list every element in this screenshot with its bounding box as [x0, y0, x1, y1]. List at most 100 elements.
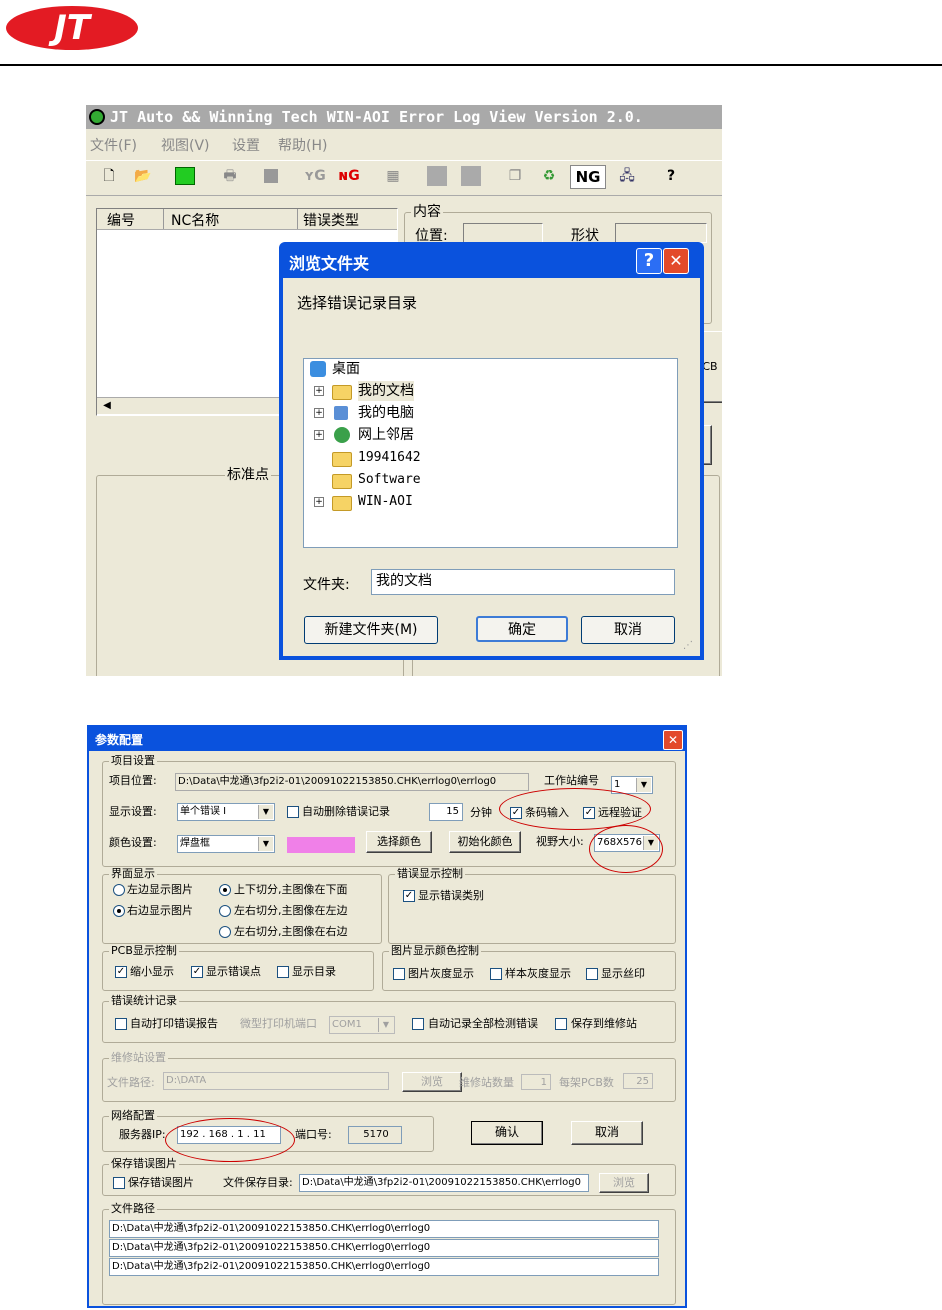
radio-right[interactable]: [113, 905, 125, 917]
repair-group: 维修站设置 文件路径: D:\DATA 浏览 维修站数量 1 每架PCB数 25: [102, 1051, 676, 1102]
silk-label: 显示丝印: [601, 967, 645, 980]
col-divider: [297, 209, 298, 229]
expand-icon[interactable]: +: [314, 430, 324, 440]
col-number[interactable]: 编号: [107, 210, 135, 230]
radio-split2[interactable]: [219, 905, 231, 917]
per-rack-field[interactable]: 25: [623, 1073, 653, 1089]
menu-view[interactable]: 视图(V): [161, 135, 210, 155]
location-field[interactable]: D:\Data\中龙通\3fp2i2-01\20091022153850.CHK…: [175, 773, 529, 791]
ng-text-icon[interactable]: NG: [570, 165, 606, 189]
menu-file[interactable]: 文件(F): [90, 135, 137, 155]
help-button[interactable]: ?: [636, 248, 662, 274]
config-close-button[interactable]: ✕: [663, 730, 683, 750]
sample-gray-checkbox[interactable]: [490, 968, 502, 980]
save-icon[interactable]: ▦: [382, 165, 404, 187]
file-path-row[interactable]: D:\Data\中龙通\3fp2i2-01\20091022153850.CHK…: [109, 1239, 659, 1257]
config-cancel-button[interactable]: 取消: [571, 1121, 643, 1145]
network-icon[interactable]: 🖧: [616, 165, 638, 187]
color-label: 颜色设置:: [109, 836, 157, 849]
save-repair-checkbox[interactable]: [555, 1018, 567, 1030]
config-title-bar[interactable]: 参数配置 ✕: [89, 727, 685, 751]
gray-label: 图片灰度显示: [408, 967, 474, 980]
menu-settings[interactable]: 设置: [232, 135, 260, 155]
show-error-label: 显示错误点: [206, 965, 261, 978]
scroll-left-icon[interactable]: ◀: [99, 398, 115, 414]
menu-help[interactable]: 帮助(H): [278, 135, 327, 155]
radio-split3[interactable]: [219, 926, 231, 938]
close-button[interactable]: ✕: [663, 248, 689, 274]
image-color-group: 图片显示颜色控制 图片灰度显示 样本灰度显示 显示丝印: [382, 944, 676, 991]
confirm-button[interactable]: 确认: [471, 1121, 543, 1145]
copy-icon[interactable]: ❐: [504, 165, 526, 187]
file-path-row[interactable]: D:\Data\中龙通\3fp2i2-01\20091022153850.CHK…: [109, 1258, 659, 1276]
tree-label: WIN-AOI: [358, 494, 413, 509]
auto-record-checkbox[interactable]: [412, 1018, 424, 1030]
show-error-checkbox[interactable]: ✓: [191, 966, 203, 978]
annotation-ellipse-barcode: [499, 788, 651, 830]
save-images-checkbox[interactable]: [113, 1177, 125, 1189]
open-icon[interactable]: 📂: [132, 165, 154, 187]
ng-icon[interactable]: ɴG: [338, 165, 360, 187]
browse-title-bar[interactable]: 浏览文件夹 ? ✕: [279, 242, 704, 278]
auto-delete-checkbox[interactable]: [287, 806, 299, 818]
color-select[interactable]: 焊盘框: [177, 835, 275, 853]
file-path-row[interactable]: D:\Data\中龙通\3fp2i2-01\20091022153850.CHK…: [109, 1220, 659, 1238]
silk-checkbox[interactable]: [586, 968, 598, 980]
interface-group-label: 界面显示: [109, 867, 157, 881]
prev-icon[interactable]: [426, 165, 448, 187]
new-folder-button[interactable]: 新建文件夹(M): [304, 616, 438, 644]
minutes-label: 分钟: [470, 806, 492, 819]
col-nc-name[interactable]: NC名称: [171, 210, 219, 230]
radio-left[interactable]: [113, 884, 125, 896]
printer-port-select[interactable]: COM1: [329, 1016, 395, 1034]
folder-tree[interactable]: 桌面 + 我的文档 + 我的电脑 + 网上邻居 19941642 Softwar…: [303, 358, 678, 548]
repair-path-label: 文件路径:: [107, 1076, 155, 1089]
repair-path-field[interactable]: D:\DATA: [163, 1072, 389, 1090]
good-icon[interactable]: ʏG: [304, 165, 326, 187]
port-input[interactable]: 5170: [348, 1126, 402, 1144]
repair-browse-button[interactable]: 浏览: [402, 1072, 462, 1092]
pcb-group-label: PCB显示控制: [109, 944, 179, 958]
pcb-group: PCB显示控制 ✓ 缩小显示 ✓ 显示错误点 显示目录: [102, 944, 374, 991]
save-dir-field[interactable]: D:\Data\中龙通\3fp2i2-01\20091022153850.CHK…: [299, 1174, 589, 1192]
desktop-icon: [310, 361, 326, 377]
stop-icon[interactable]: [260, 165, 282, 187]
shrink-checkbox[interactable]: ✓: [115, 966, 127, 978]
ok-button[interactable]: 确定: [476, 616, 568, 642]
auto-print-checkbox[interactable]: [115, 1018, 127, 1030]
init-color-button[interactable]: 初始化颜色: [449, 831, 521, 853]
sample-gray-label: 样本灰度显示: [505, 967, 571, 980]
network-places-icon: [334, 427, 350, 443]
next-icon[interactable]: [460, 165, 482, 187]
col-error-type[interactable]: 错误类型: [303, 210, 359, 230]
minutes-input[interactable]: 15: [429, 803, 463, 821]
ip-label: 服务器IP:: [119, 1128, 166, 1141]
save-dir-label: 文件保存目录:: [223, 1176, 293, 1189]
repair-count-field[interactable]: 1: [521, 1074, 551, 1090]
resize-grip-icon[interactable]: ⋰: [683, 640, 693, 651]
repair-group-label: 维修站设置: [109, 1051, 168, 1065]
folder-icon: [332, 496, 352, 511]
expand-icon[interactable]: +: [314, 497, 324, 507]
config-title: 参数配置: [95, 733, 144, 747]
show-dir-checkbox[interactable]: [277, 966, 289, 978]
config-dialog: 参数配置 ✕ 项目设置 项目位置: D:\Data\中龙通\3fp2i2-01\…: [87, 725, 687, 1308]
viewer-title-bar[interactable]: JT Auto && Winning Tech WIN-AOI Error Lo…: [86, 105, 722, 129]
new-icon[interactable]: 🗋: [98, 165, 120, 187]
recycle-icon[interactable]: ♻: [538, 165, 560, 187]
show-type-checkbox[interactable]: ✓: [403, 890, 415, 902]
save-browse-button[interactable]: 浏览: [599, 1173, 649, 1193]
print-icon[interactable]: 🖶: [219, 165, 241, 187]
help-icon[interactable]: ?: [660, 165, 682, 187]
display-select[interactable]: 单个错误 I: [177, 803, 275, 821]
cancel-button[interactable]: 取消: [581, 616, 675, 644]
board-icon[interactable]: [174, 165, 196, 187]
expand-icon[interactable]: +: [314, 386, 324, 396]
expand-icon[interactable]: +: [314, 408, 324, 418]
radio-split1[interactable]: [219, 884, 231, 896]
gray-checkbox[interactable]: [393, 968, 405, 980]
choose-color-button[interactable]: 选择颜色: [366, 831, 432, 853]
tree-label: 网上邻居: [358, 427, 414, 443]
auto-record-label: 自动记录全部检测错误: [428, 1017, 538, 1030]
folder-input[interactable]: 我的文档: [371, 569, 675, 595]
